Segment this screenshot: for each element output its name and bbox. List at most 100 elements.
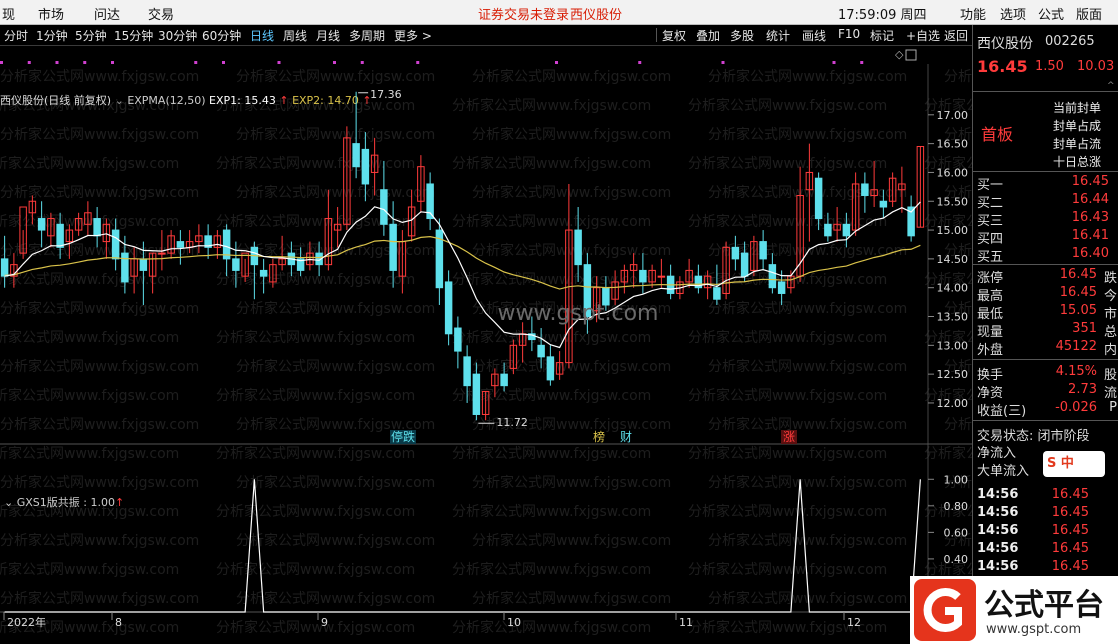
last-price: 16.45: [977, 57, 1028, 76]
price-tick-label: 13.00: [937, 339, 969, 352]
signal-dot: [194, 61, 198, 64]
brand-logo-icon: [914, 579, 976, 641]
period-tab-15min[interactable]: 15分钟: [114, 27, 153, 44]
kline-chart[interactable]: 17.00 16.50 16.00 15.50 15.00 14.50 14.00 13.50…: [0, 46, 972, 644]
menu-item-xian[interactable]: 现: [2, 4, 15, 23]
price-tick-label: 14.50: [937, 253, 969, 266]
signal-dot: [416, 61, 420, 64]
candle-body: [768, 264, 777, 289]
bids-label: 买四: [977, 232, 1004, 247]
brand-url: www.gspt.com: [986, 622, 1082, 637]
period-tab-weekly[interactable]: 周线: [283, 27, 307, 44]
stock-code: 002265: [1045, 34, 1095, 49]
price-change: 1.50: [1035, 59, 1064, 74]
add-favorite-button[interactable]: +自选: [906, 27, 940, 44]
period-tab-60min[interactable]: 60分钟: [202, 27, 241, 44]
top-menu-bar: 现 市场 问达 交易 证券交易未登录 西仪股份 17:59:09 周四 功能 选…: [0, 0, 1118, 25]
bids-value: 16.44: [1071, 192, 1109, 207]
candle-body: [842, 223, 851, 237]
top-stock-name: 西仪股份: [570, 8, 623, 23]
period-tab-1min[interactable]: 1分钟: [36, 27, 68, 44]
period-tab-30min[interactable]: 30分钟: [158, 27, 197, 44]
bids-value: 16.40: [1071, 246, 1109, 261]
period-toolbar: 分时 1分钟 5分钟 15分钟 30分钟 60分钟 日线 周线 月线 多周期 更…: [0, 25, 972, 46]
f10-button[interactable]: F10: [838, 27, 860, 41]
signal-dot: [55, 61, 59, 64]
chevron-up-icon[interactable]: ^: [1107, 81, 1115, 91]
event-marker: 涨: [783, 429, 795, 444]
menu-item-function[interactable]: 功能: [960, 4, 986, 23]
mark-button[interactable]: 标记: [870, 27, 894, 44]
period-tab-fenshi[interactable]: 分时: [4, 27, 28, 44]
bids-value: 16.43: [1071, 210, 1109, 225]
stats-suffix: 今: [1103, 289, 1117, 304]
signal-dot: [27, 61, 31, 64]
candle-body: [37, 218, 46, 231]
tick-price: 16.45: [1051, 505, 1089, 520]
tick-row: 14:56 16.45: [973, 559, 1118, 577]
low-price-label: 11.72: [496, 416, 528, 429]
stats-row: 外盘 45122 内: [973, 339, 1118, 358]
menu-item-wenda[interactable]: 问达: [94, 4, 120, 23]
sub-tick-label: 0.60: [944, 526, 969, 539]
candle-body: [824, 223, 832, 237]
date-tick-label: 12: [847, 616, 861, 629]
period-tab-more[interactable]: 更多 >: [394, 27, 432, 44]
date-tick-label: 8: [115, 616, 122, 629]
ime-icon[interactable]: S 中: [1043, 451, 1105, 477]
candle-body: [121, 252, 129, 283]
menu-item-options[interactable]: 选项: [1000, 4, 1026, 23]
price-tick-label: 16.00: [937, 166, 969, 179]
menu-item-market[interactable]: 市场: [38, 4, 64, 23]
sub-indicator-name: GXS1版共振: [16, 496, 80, 509]
period-tab-monthly[interactable]: 月线: [316, 27, 340, 44]
candle-body: [574, 229, 582, 266]
tick-row: 14:56 16.45: [973, 523, 1118, 541]
sub-chevron-icon[interactable]: ⌄: [4, 496, 17, 509]
overlay-button[interactable]: 叠加: [696, 27, 720, 44]
stats-button[interactable]: 统计: [766, 27, 790, 44]
candle-body: [454, 327, 462, 352]
menu-item-trade[interactable]: 交易: [148, 4, 174, 23]
tick-price: 16.45: [1051, 487, 1089, 502]
price-tick-label: 13.50: [937, 311, 969, 324]
high-price-label: 17.36: [370, 88, 402, 101]
clock: 17:59:09 周四: [838, 8, 927, 23]
period-tab-multi[interactable]: 多周期: [349, 27, 385, 44]
stock-name: 西仪股份: [977, 36, 1033, 52]
fuquan-button[interactable]: 复权: [662, 27, 686, 44]
period-tab-5min[interactable]: 5分钟: [75, 27, 107, 44]
candle-body: [814, 177, 823, 220]
bids-row: 买一 16.45: [973, 174, 1118, 193]
signal-dot: [721, 61, 725, 64]
sub-indicator-value: 1.00: [90, 496, 115, 509]
signal-dot: [333, 61, 336, 64]
tick-price: 16.45: [1051, 541, 1089, 556]
up-arrow-icon: ↑: [114, 496, 125, 509]
price-tick-label: 15.00: [937, 224, 969, 237]
stats2-label: 净资: [977, 386, 1004, 401]
bids-label: 买一: [977, 178, 1004, 193]
window-icon: [905, 49, 917, 61]
tick-time: 14:56: [977, 541, 1019, 556]
menu-item-formula[interactable]: 公式: [1038, 4, 1064, 23]
draw-line-button[interactable]: 画线: [802, 27, 826, 44]
price-tick-label: 14.00: [937, 282, 969, 295]
menu-item-layout[interactable]: 版面: [1076, 4, 1102, 23]
candle-body: [861, 183, 869, 196]
stats-value: 351: [1072, 321, 1097, 336]
period-tab-daily[interactable]: 日线: [250, 27, 274, 44]
candle-body: [777, 281, 786, 294]
price-tick-label: 12.00: [937, 397, 969, 410]
stats-row: 最低 15.05 市: [973, 303, 1118, 322]
chart-area[interactable]: 分析家公式网www.fxjgsw.com 分析家公式网www.fxjgsw.com…: [0, 46, 1118, 644]
seal-note: 封单占流: [1053, 137, 1102, 151]
candle-body: [444, 281, 453, 335]
candle-body: [361, 148, 370, 185]
back-button[interactable]: 返回: [944, 27, 968, 44]
stats2-suffix: 流: [1103, 386, 1117, 401]
multi-stock-button[interactable]: 多股: [730, 27, 754, 44]
tick-time: 14:56: [977, 559, 1019, 574]
candle-body: [158, 252, 166, 255]
candle-body: [731, 246, 740, 260]
